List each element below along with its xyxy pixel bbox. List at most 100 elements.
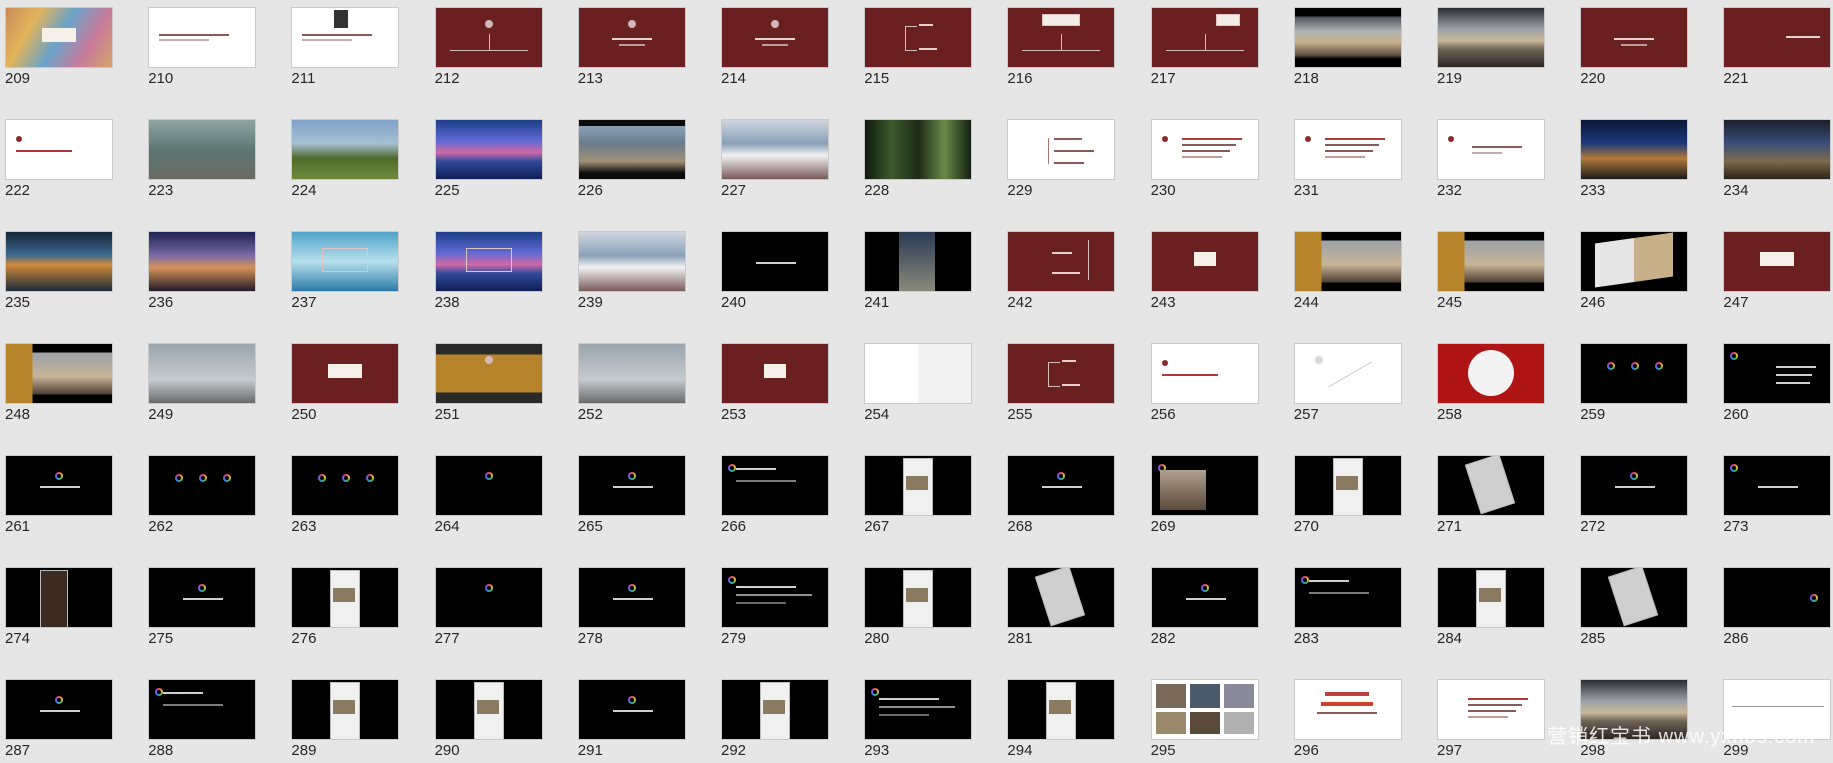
slide-thumbnail[interactable] (1723, 455, 1832, 516)
slide-thumbnail[interactable] (1293, 679, 1402, 740)
slide-thumbnail[interactable] (148, 231, 257, 292)
slide-thumbnail-item[interactable]: 294 (1007, 679, 1116, 759)
slide-thumbnail[interactable] (864, 7, 973, 68)
slide-thumbnail-item[interactable]: 252 (577, 343, 686, 423)
slide-thumbnail-item[interactable]: 227 (721, 119, 829, 199)
slide-thumbnail[interactable] (148, 7, 257, 68)
slide-thumbnail-item[interactable]: 272 (1580, 455, 1689, 535)
slide-thumbnail[interactable] (291, 567, 400, 628)
slide-thumbnail-item[interactable]: 290 (434, 679, 543, 759)
slide-thumbnail[interactable] (1293, 119, 1402, 180)
slide-thumbnail-item[interactable]: 230 (1150, 119, 1259, 199)
slide-thumbnail[interactable] (577, 343, 686, 404)
slide-thumbnail[interactable] (5, 455, 113, 516)
slide-thumbnail[interactable] (1437, 343, 1545, 404)
slide-thumbnail-item[interactable]: 283 (1293, 567, 1402, 647)
slide-thumbnail[interactable] (864, 231, 973, 292)
slide-thumbnail-item[interactable]: 265 (577, 455, 686, 535)
slide-thumbnail[interactable] (577, 455, 686, 516)
slide-thumbnail-item[interactable]: 215 (864, 7, 973, 87)
slide-thumbnail-item[interactable]: 261 (5, 455, 113, 535)
slide-thumbnail[interactable] (1580, 455, 1689, 516)
slide-thumbnail-item[interactable]: 287 (5, 679, 113, 759)
slide-thumbnail-item[interactable]: 241 (864, 231, 973, 311)
slide-thumbnail[interactable] (721, 455, 829, 516)
slide-thumbnail-item[interactable]: 228 (864, 119, 973, 199)
slide-thumbnail[interactable] (1007, 343, 1116, 404)
slide-thumbnail[interactable] (1007, 231, 1116, 292)
slide-thumbnail[interactable] (1723, 231, 1832, 292)
slide-thumbnail[interactable] (148, 567, 257, 628)
slide-thumbnail[interactable] (1723, 567, 1832, 628)
slide-thumbnail[interactable] (721, 343, 829, 404)
slide-thumbnail-item[interactable]: 266 (721, 455, 829, 535)
slide-thumbnail-item[interactable]: 229 (1007, 119, 1116, 199)
slide-thumbnail-item[interactable]: 253 (721, 343, 829, 423)
slide-thumbnail[interactable] (434, 7, 543, 68)
slide-thumbnail-item[interactable]: 273 (1723, 455, 1832, 535)
slide-thumbnail[interactable] (1150, 119, 1259, 180)
slide-thumbnail[interactable] (1580, 119, 1689, 180)
slide-thumbnail[interactable] (864, 679, 973, 740)
slide-thumbnail[interactable] (1293, 455, 1402, 516)
slide-thumbnail-item[interactable]: 268 (1007, 455, 1116, 535)
slide-thumbnail-item[interactable]: 277 (434, 567, 543, 647)
slide-thumbnail[interactable] (291, 679, 400, 740)
slide-thumbnail-item[interactable]: 262 (148, 455, 257, 535)
slide-thumbnail[interactable] (721, 7, 829, 68)
slide-thumbnail-item[interactable]: 212 (434, 7, 543, 87)
slide-thumbnail[interactable] (291, 119, 400, 180)
slide-thumbnail[interactable] (577, 119, 686, 180)
slide-thumbnail-item[interactable]: 297 (1437, 679, 1545, 759)
slide-thumbnail-item[interactable]: 210 (148, 7, 257, 87)
slide-thumbnail[interactable] (148, 119, 257, 180)
slide-thumbnail[interactable] (864, 455, 973, 516)
slide-thumbnail[interactable] (721, 119, 829, 180)
slide-thumbnail[interactable] (434, 119, 543, 180)
slide-thumbnail[interactable] (721, 231, 829, 292)
slide-thumbnail-item[interactable]: 226 (577, 119, 686, 199)
slide-thumbnail[interactable] (291, 455, 400, 516)
slide-thumbnail-item[interactable]: 217 (1150, 7, 1259, 87)
slide-thumbnail[interactable] (1007, 567, 1116, 628)
slide-thumbnail[interactable] (577, 679, 686, 740)
slide-thumbnail-item[interactable]: 247 (1723, 231, 1832, 311)
slide-thumbnail[interactable] (291, 7, 400, 68)
slide-thumbnail-item[interactable]: 288 (148, 679, 257, 759)
slide-thumbnail[interactable] (5, 7, 113, 68)
slide-thumbnail-item[interactable]: 289 (291, 679, 400, 759)
slide-thumbnail-item[interactable]: 292 (721, 679, 829, 759)
slide-thumbnail[interactable] (5, 119, 113, 180)
slide-thumbnail-item[interactable]: 234 (1723, 119, 1832, 199)
slide-thumbnail-item[interactable]: 274 (5, 567, 113, 647)
slide-thumbnail[interactable] (1723, 7, 1832, 68)
slide-thumbnail-item[interactable]: 219 (1437, 7, 1545, 87)
slide-thumbnail-item[interactable]: 291 (577, 679, 686, 759)
slide-thumbnail[interactable] (434, 679, 543, 740)
slide-thumbnail[interactable] (148, 343, 257, 404)
slide-thumbnail[interactable] (1007, 455, 1116, 516)
slide-thumbnail[interactable] (1580, 231, 1689, 292)
slide-thumbnail-item[interactable]: 232 (1437, 119, 1545, 199)
slide-thumbnail[interactable] (1580, 7, 1689, 68)
slide-thumbnail[interactable] (434, 343, 543, 404)
slide-thumbnail-item[interactable]: 251 (434, 343, 543, 423)
slide-thumbnail-item[interactable]: 267 (864, 455, 973, 535)
slide-thumbnail-item[interactable]: 233 (1580, 119, 1689, 199)
slide-thumbnail[interactable] (1150, 7, 1259, 68)
slide-thumbnail[interactable] (1150, 343, 1259, 404)
slide-thumbnail-item[interactable]: 222 (5, 119, 113, 199)
slide-thumbnail-item[interactable]: 237 (291, 231, 400, 311)
slide-thumbnail-item[interactable]: 284 (1437, 567, 1545, 647)
slide-thumbnail-item[interactable]: 235 (5, 231, 113, 311)
slide-thumbnail[interactable] (1437, 231, 1545, 292)
slide-thumbnail-item[interactable]: 254 (864, 343, 973, 423)
slide-thumbnail-item[interactable]: 255 (1007, 343, 1116, 423)
slide-thumbnail[interactable] (1150, 455, 1259, 516)
slide-thumbnail[interactable] (864, 119, 973, 180)
slide-thumbnail[interactable] (1293, 343, 1402, 404)
slide-thumbnail[interactable] (5, 231, 113, 292)
slide-thumbnail[interactable] (864, 343, 973, 404)
slide-thumbnail[interactable] (721, 679, 829, 740)
slide-thumbnail[interactable] (577, 567, 686, 628)
